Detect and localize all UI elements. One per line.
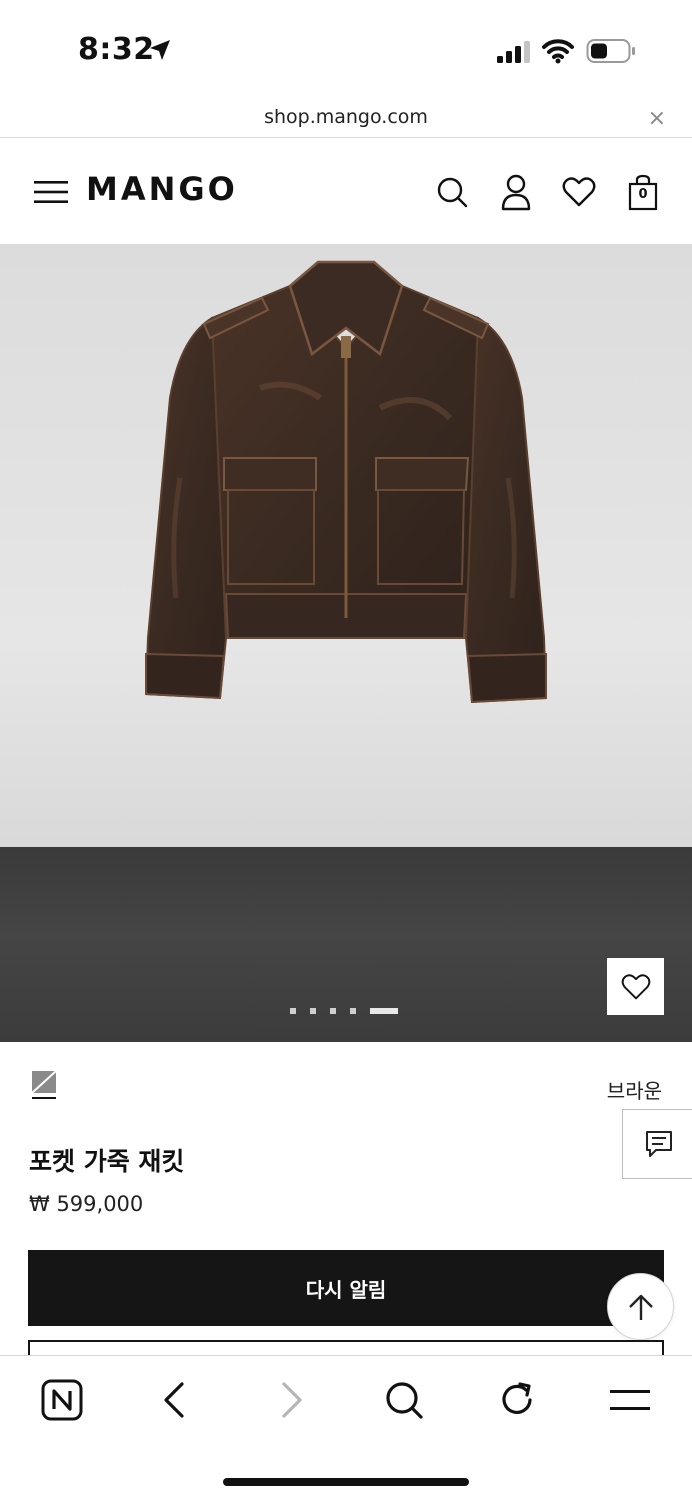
search-icon[interactable] <box>435 173 469 211</box>
product-price: ₩ 599,000 <box>29 1192 144 1216</box>
mango-logo[interactable]: MANGO <box>86 170 238 208</box>
gallery-dot-active[interactable] <box>370 1008 398 1014</box>
url-text[interactable]: shop.mango.com <box>0 106 692 128</box>
menu-icon[interactable] <box>608 1378 652 1422</box>
cellular-signal-icon <box>497 41 530 63</box>
shopping-bag-button[interactable]: 0 <box>626 173 660 211</box>
page: 8:32 shop.mango.com × MANGO 0 브라운 포켓 가죽 … <box>0 0 692 1500</box>
gallery-dot[interactable] <box>350 1008 356 1014</box>
product-image-gallery[interactable] <box>0 244 692 1042</box>
forward-icon[interactable] <box>268 1378 312 1422</box>
site-header: MANGO 0 <box>0 139 692 244</box>
gallery-dot[interactable] <box>290 1008 296 1014</box>
user-icon[interactable] <box>499 173 533 211</box>
heart-icon[interactable] <box>562 173 596 211</box>
notify-me-button[interactable]: 다시 알림 <box>28 1250 664 1326</box>
home-indicator[interactable] <box>223 1478 469 1486</box>
chat-icon <box>645 1131 672 1157</box>
battery-icon <box>586 39 635 63</box>
add-to-wishlist-button[interactable] <box>607 958 664 1015</box>
arrow-up-icon <box>628 1294 653 1320</box>
wifi-icon <box>542 39 574 64</box>
scroll-to-top-button[interactable] <box>607 1273 674 1340</box>
product-image-jacket <box>144 260 548 704</box>
color-swatch[interactable] <box>32 1071 56 1099</box>
url-bar[interactable]: shop.mango.com × <box>0 100 692 138</box>
notify-me-label: 다시 알림 <box>305 1277 387 1302</box>
back-icon[interactable] <box>154 1378 198 1422</box>
close-icon[interactable]: × <box>648 106 666 131</box>
heart-icon <box>621 973 650 999</box>
gallery-dot[interactable] <box>330 1008 336 1014</box>
status-time: 8:32 <box>78 32 155 67</box>
gallery-dot[interactable] <box>310 1008 316 1014</box>
bag-count: 0 <box>638 187 648 202</box>
color-name: 브라운 <box>606 1079 662 1103</box>
browser-toolbar <box>0 1355 692 1500</box>
naver-home-icon[interactable] <box>40 1378 84 1422</box>
status-bar: 8:32 <box>0 0 692 100</box>
chat-button[interactable] <box>622 1109 692 1179</box>
reload-icon[interactable] <box>496 1378 540 1422</box>
product-title: 포켓 가죽 재킷 <box>29 1147 185 1176</box>
gallery-pagination[interactable] <box>290 1008 398 1014</box>
search-icon[interactable] <box>382 1378 426 1422</box>
hamburger-menu-icon[interactable] <box>34 179 68 205</box>
location-arrow-icon <box>150 40 170 60</box>
